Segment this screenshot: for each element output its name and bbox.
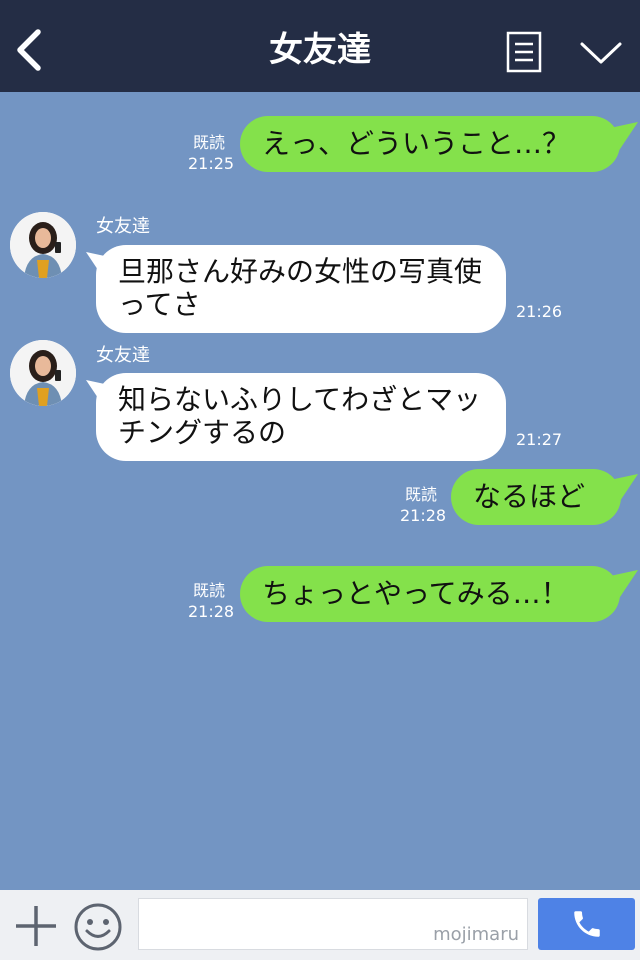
phone-icon <box>574 911 600 937</box>
chevron-down-icon[interactable] <box>578 38 624 68</box>
chat-area[interactable]: 既読 21:25 えっ、どういうこと…？ 女友達 旦那さん好みの女性の写真使って… <box>0 92 640 890</box>
message-meta: 既読 21:25 <box>188 132 235 174</box>
message-time: 21:27 <box>516 430 563 449</box>
avatar[interactable] <box>10 340 76 406</box>
message-time: 21:26 <box>516 302 563 321</box>
message-bubble-received[interactable]: 知らないふりしてわざとマッチングするの <box>96 373 506 461</box>
message-input[interactable]: mojimaru <box>138 898 528 950</box>
read-label: 既読 <box>404 485 437 504</box>
watermark: mojimaru <box>433 924 519 945</box>
plus-icon[interactable] <box>14 904 58 948</box>
message-bubble-received[interactable]: 旦那さん好みの女性の写真使ってさ <box>96 245 506 333</box>
smiley-icon[interactable] <box>73 902 123 952</box>
message-bubble-sent[interactable]: なるほど <box>451 469 621 525</box>
message-time: 21:25 <box>188 154 235 173</box>
chat-header: 女友達 <box>0 0 640 92</box>
message-bubble-sent[interactable]: えっ、どういうこと…？ <box>240 116 620 172</box>
notes-icon[interactable] <box>506 31 542 73</box>
sender-name: 女友達 <box>96 345 150 366</box>
read-label: 既読 <box>192 581 225 600</box>
chat-title: 女友達 <box>269 30 371 70</box>
message-time: 21:28 <box>400 506 447 525</box>
avatar-portrait <box>10 212 76 278</box>
message-meta: 既読 21:28 <box>400 484 447 526</box>
avatar[interactable] <box>10 212 76 278</box>
read-label: 既読 <box>192 133 225 152</box>
message-meta: 既読 21:28 <box>188 580 235 622</box>
message-bubble-sent[interactable]: ちょっとやってみる…！ <box>240 566 620 622</box>
call-button[interactable] <box>538 898 635 950</box>
sender-name: 女友達 <box>96 216 150 237</box>
message-composer: mojimaru <box>0 890 640 960</box>
avatar-portrait <box>10 340 76 406</box>
message-time: 21:28 <box>188 602 235 621</box>
